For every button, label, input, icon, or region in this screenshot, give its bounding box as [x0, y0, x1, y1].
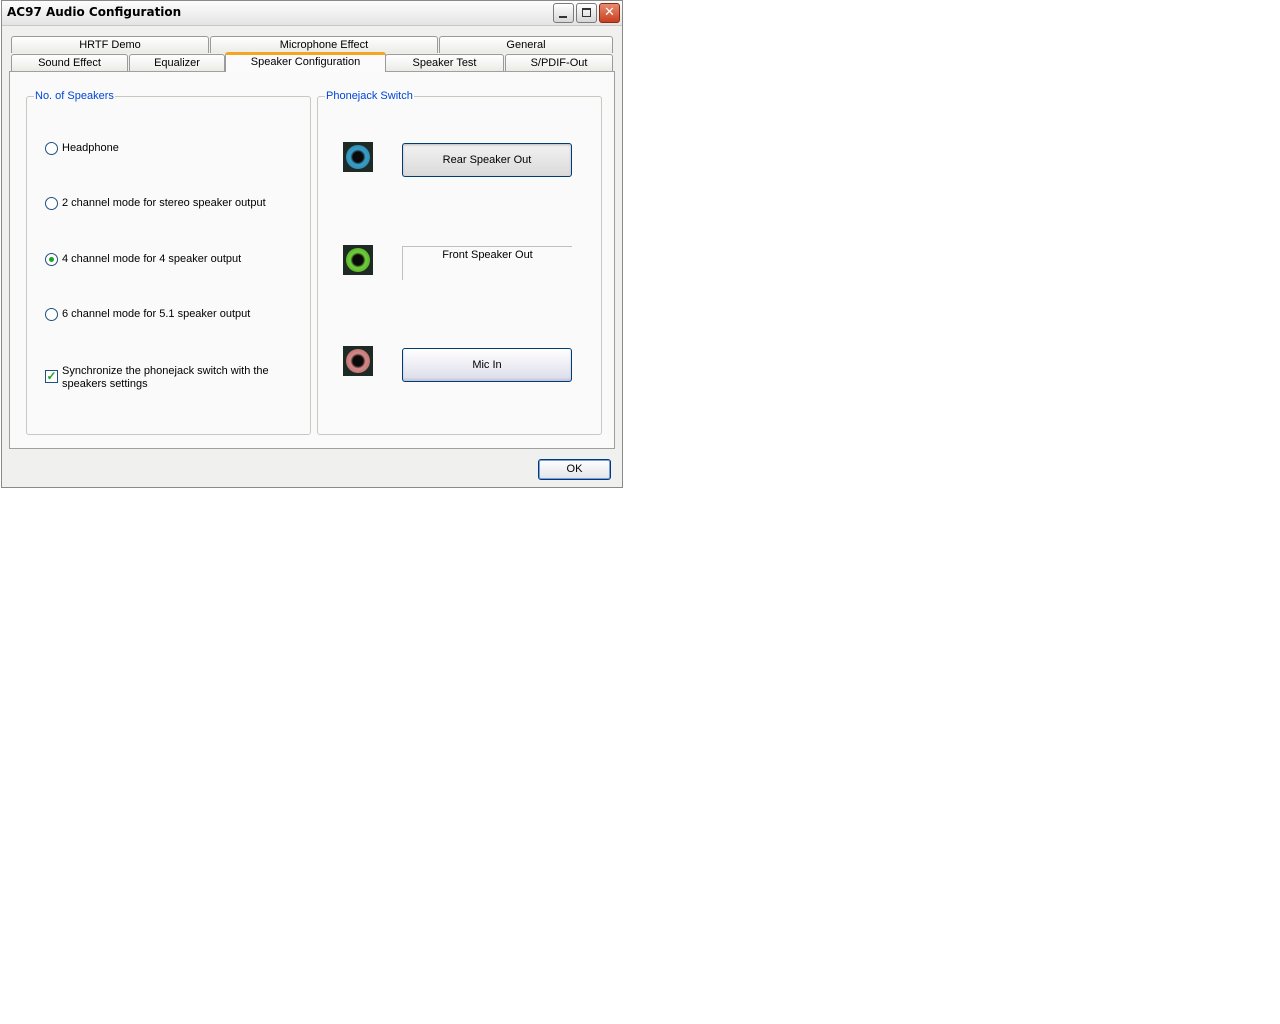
title-bar[interactable]: AC97 Audio Configuration ✕ — [2, 1, 622, 26]
close-button[interactable]: ✕ — [599, 3, 620, 23]
tab-spdif-out[interactable]: S/PDIF-Out — [505, 54, 613, 71]
option-label: Headphone — [62, 142, 119, 154]
option-label: 6 channel mode for 5.1 speaker output — [62, 308, 251, 320]
jack-pink-icon — [343, 346, 373, 376]
radio-6-channel[interactable] — [45, 308, 58, 321]
jack-blue-icon — [343, 142, 373, 172]
radio-2-channel[interactable] — [45, 197, 58, 210]
option-label: 4 channel mode for 4 speaker output — [62, 253, 242, 265]
jack-ring — [346, 145, 370, 169]
phonejack-group: Phonejack Switch Rear Speaker Out Front … — [317, 90, 602, 435]
tab-speaker-test[interactable]: Speaker Test — [385, 54, 504, 71]
tab-hrtf-demo[interactable]: HRTF Demo — [11, 36, 209, 53]
minimize-button[interactable] — [553, 3, 574, 23]
ok-button[interactable]: OK — [538, 459, 611, 480]
jack-green-icon — [343, 245, 373, 275]
phonejack-group-label: Phonejack Switch — [325, 90, 414, 103]
tab-general[interactable]: General — [439, 36, 613, 53]
rear-speaker-out-button[interactable]: Rear Speaker Out — [402, 143, 572, 177]
speakers-group: No. of Speakers Headphone 2 channel mode… — [26, 90, 311, 435]
front-speaker-out-button[interactable]: Front Speaker Out — [402, 246, 572, 280]
speakers-group-label: No. of Speakers — [34, 90, 115, 103]
radio-headphone[interactable] — [45, 142, 58, 155]
jack-ring — [346, 349, 370, 373]
tab-speaker-configuration[interactable]: Speaker Configuration — [225, 52, 386, 72]
tab-microphone-effect[interactable]: Microphone Effect — [210, 36, 438, 53]
radio-4-channel[interactable] — [45, 253, 58, 266]
maximize-button[interactable] — [576, 3, 597, 23]
maximize-icon — [582, 8, 591, 17]
sync-label-line2: speakers settings — [62, 378, 148, 390]
sync-checkbox[interactable]: ✓ — [45, 370, 58, 383]
minimize-icon — [559, 16, 567, 18]
mic-in-button[interactable]: Mic In — [402, 348, 572, 382]
tab-equalizer[interactable]: Equalizer — [129, 54, 225, 71]
jack-ring — [346, 248, 370, 272]
client-area: HRTF Demo Microphone Effect General Soun… — [2, 26, 622, 487]
tab-panel: No. of Speakers Headphone 2 channel mode… — [9, 71, 615, 449]
option-label: 2 channel mode for stereo speaker output — [62, 197, 266, 209]
tab-sound-effect[interactable]: Sound Effect — [11, 54, 128, 71]
sync-label-line1: Synchronize the phonejack switch with th… — [62, 365, 269, 377]
close-icon: ✕ — [604, 5, 615, 20]
window-title: AC97 Audio Configuration — [7, 5, 182, 19]
ac97-config-window: AC97 Audio Configuration ✕ HRTF Demo Mic… — [1, 0, 623, 488]
